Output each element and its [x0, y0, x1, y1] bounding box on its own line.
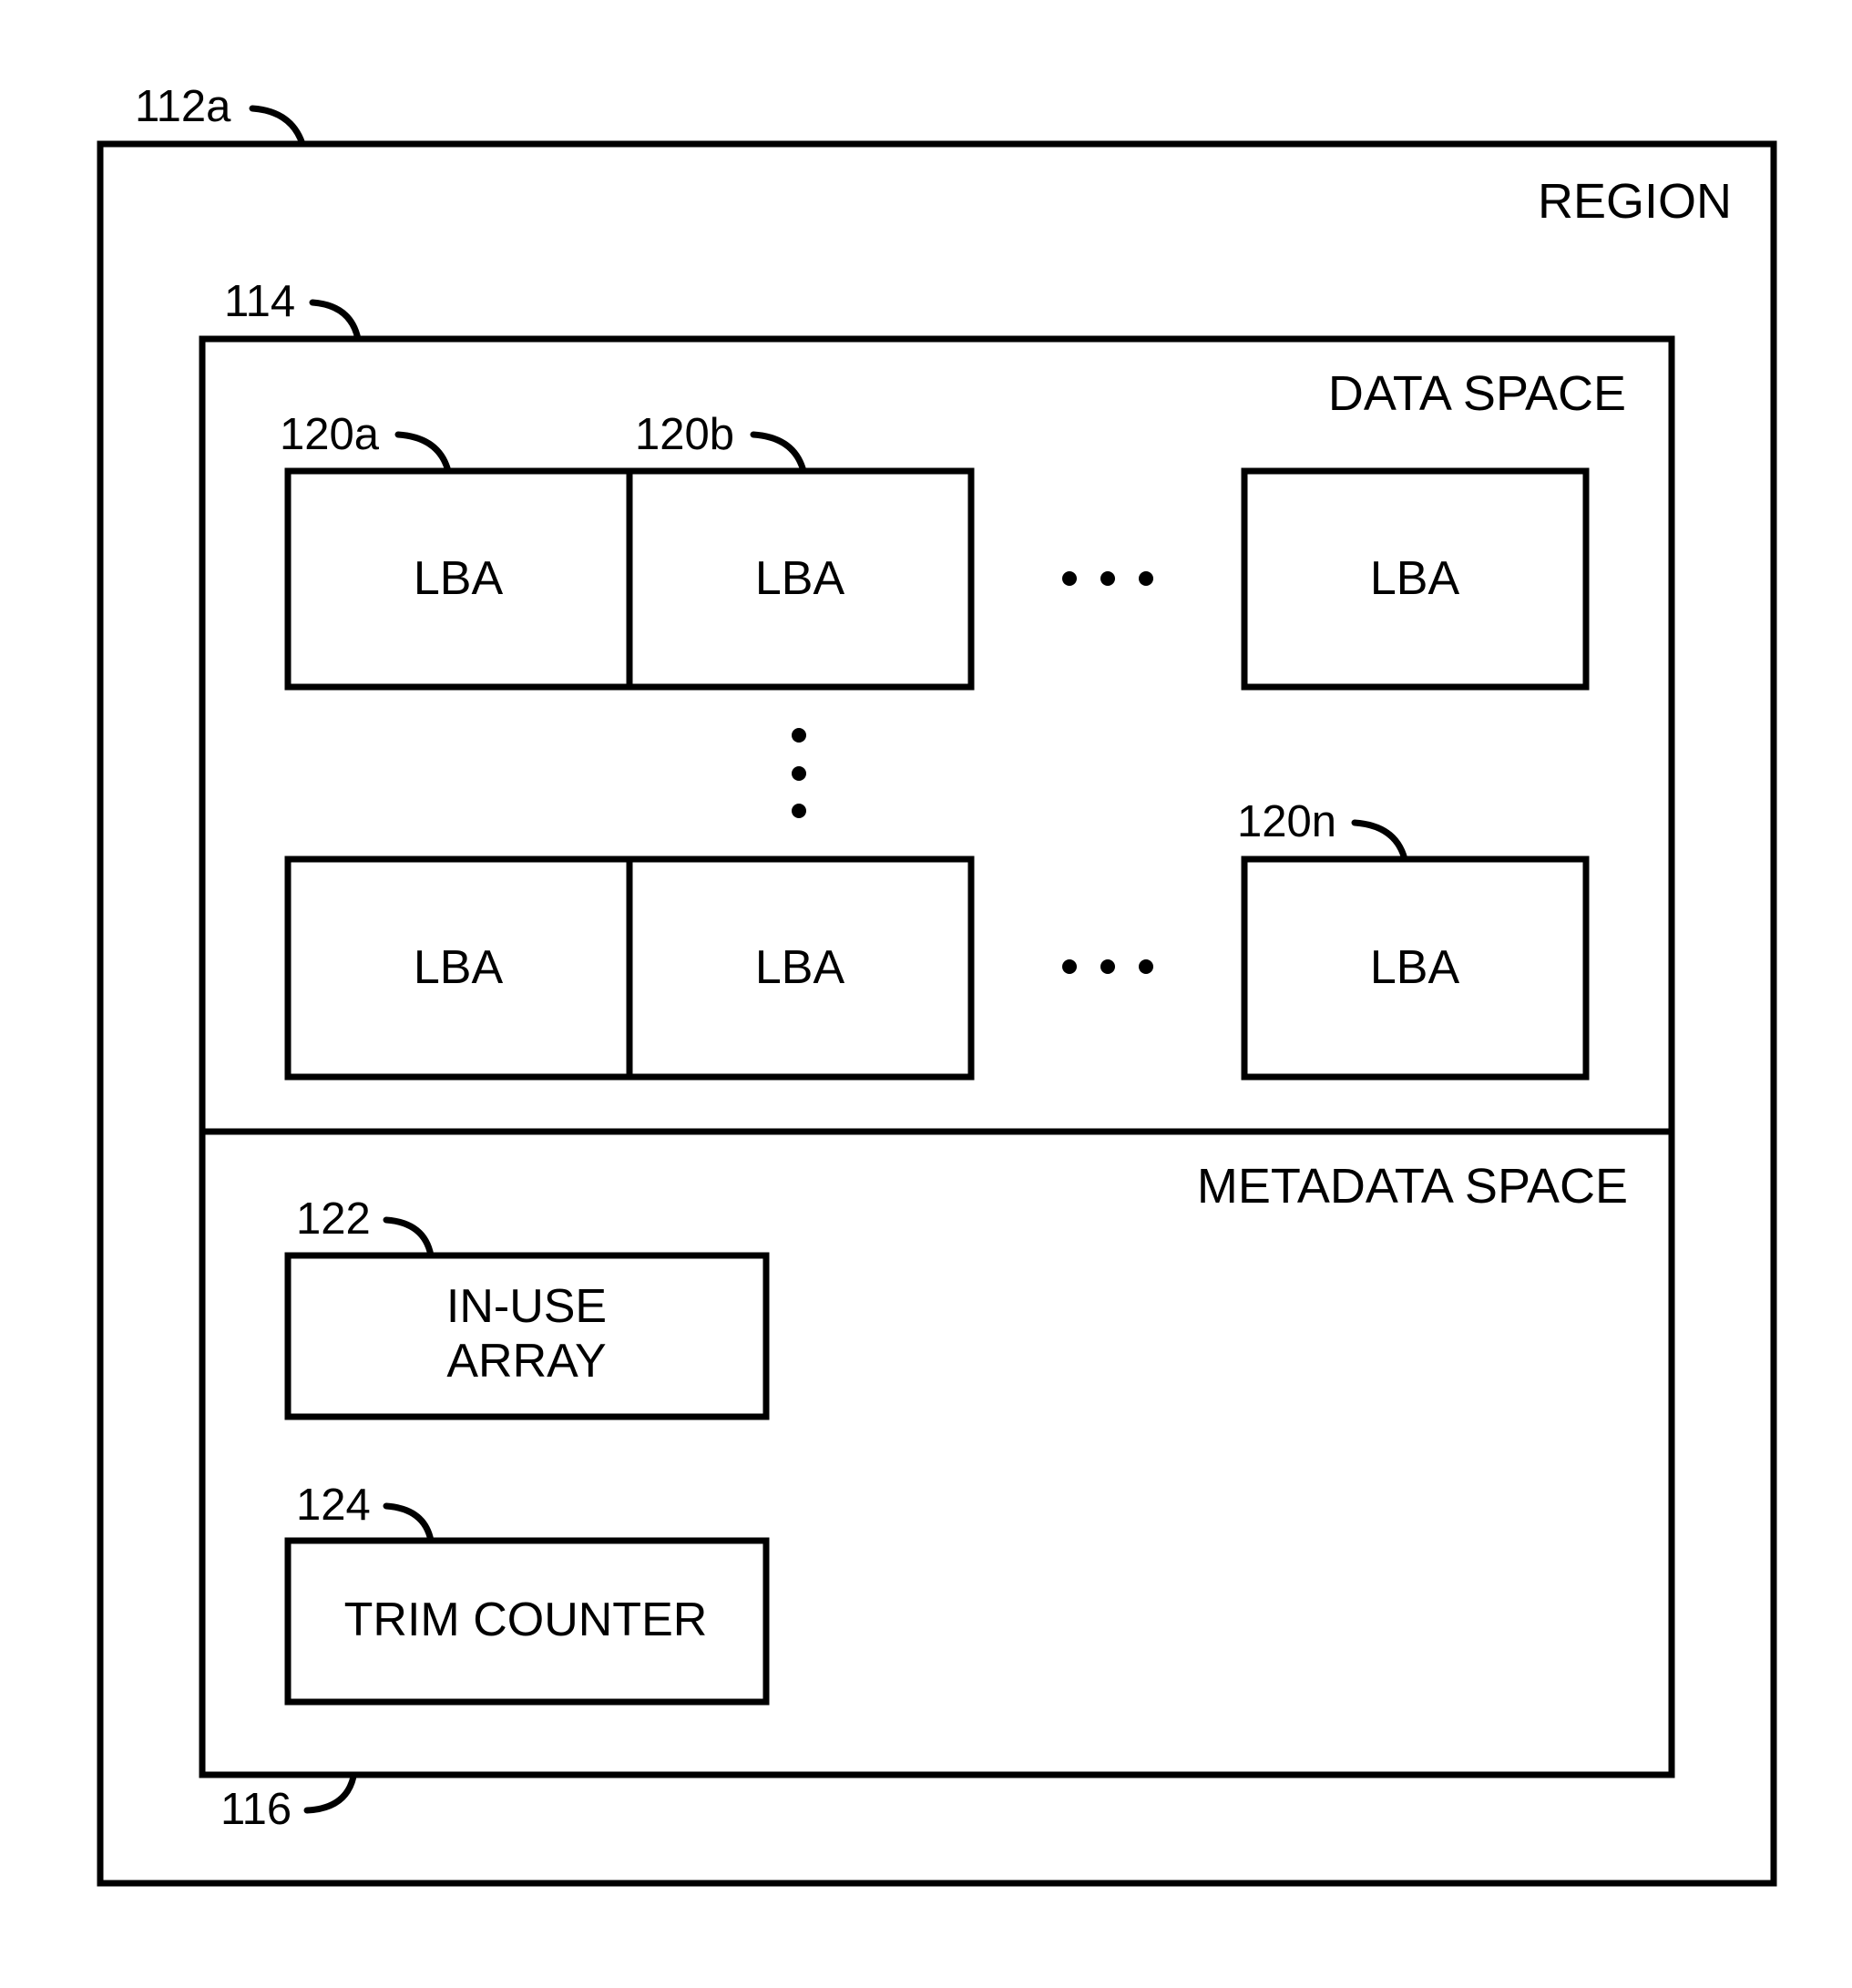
metadata-space-ref-label: 116: [220, 1785, 292, 1834]
data-space-title: DATA SPACE: [1328, 366, 1626, 421]
lba-ref-label-120b: 120b: [635, 410, 734, 459]
trim-counter-ref-label: 124: [296, 1481, 371, 1530]
lba-label: LBA: [414, 552, 504, 605]
region-ref-label: 112a: [135, 82, 231, 131]
in-use-array-label-line1: IN-USE: [446, 1280, 607, 1333]
lba-label: LBA: [755, 552, 845, 605]
ellipsis-dot: [1100, 959, 1115, 974]
ellipsis-dot: [792, 766, 806, 781]
ellipsis-dot: [792, 804, 806, 818]
lba-label: LBA: [414, 941, 504, 994]
lba-ref-label-120a: 120a: [280, 410, 380, 459]
lba-ref-label-120n: 120n: [1237, 797, 1336, 846]
ellipsis-dot: [1139, 571, 1153, 586]
ellipsis-dot: [1062, 959, 1077, 974]
region-leader-line: [249, 105, 306, 148]
lba-label: LBA: [1370, 552, 1460, 605]
region-title: REGION: [1538, 174, 1732, 229]
ellipsis-dot: [1100, 571, 1115, 586]
data-space-ref-label: 114: [224, 277, 295, 326]
ellipsis-dot: [1062, 571, 1077, 586]
in-use-array-ref-label: 122: [296, 1194, 371, 1244]
metadata-space-title: METADATA SPACE: [1197, 1159, 1628, 1214]
trim-counter-label: TRIM COUNTER: [344, 1593, 708, 1646]
region-diagram: 112a REGION 114 DATA SPACE LBA LBA LBA 1…: [97, 82, 1777, 1887]
lba-label: LBA: [1370, 941, 1460, 994]
in-use-array-label-line2: ARRAY: [446, 1335, 606, 1388]
ellipsis-dot: [792, 728, 806, 743]
lba-label: LBA: [755, 941, 845, 994]
ellipsis-dot: [1139, 959, 1153, 974]
